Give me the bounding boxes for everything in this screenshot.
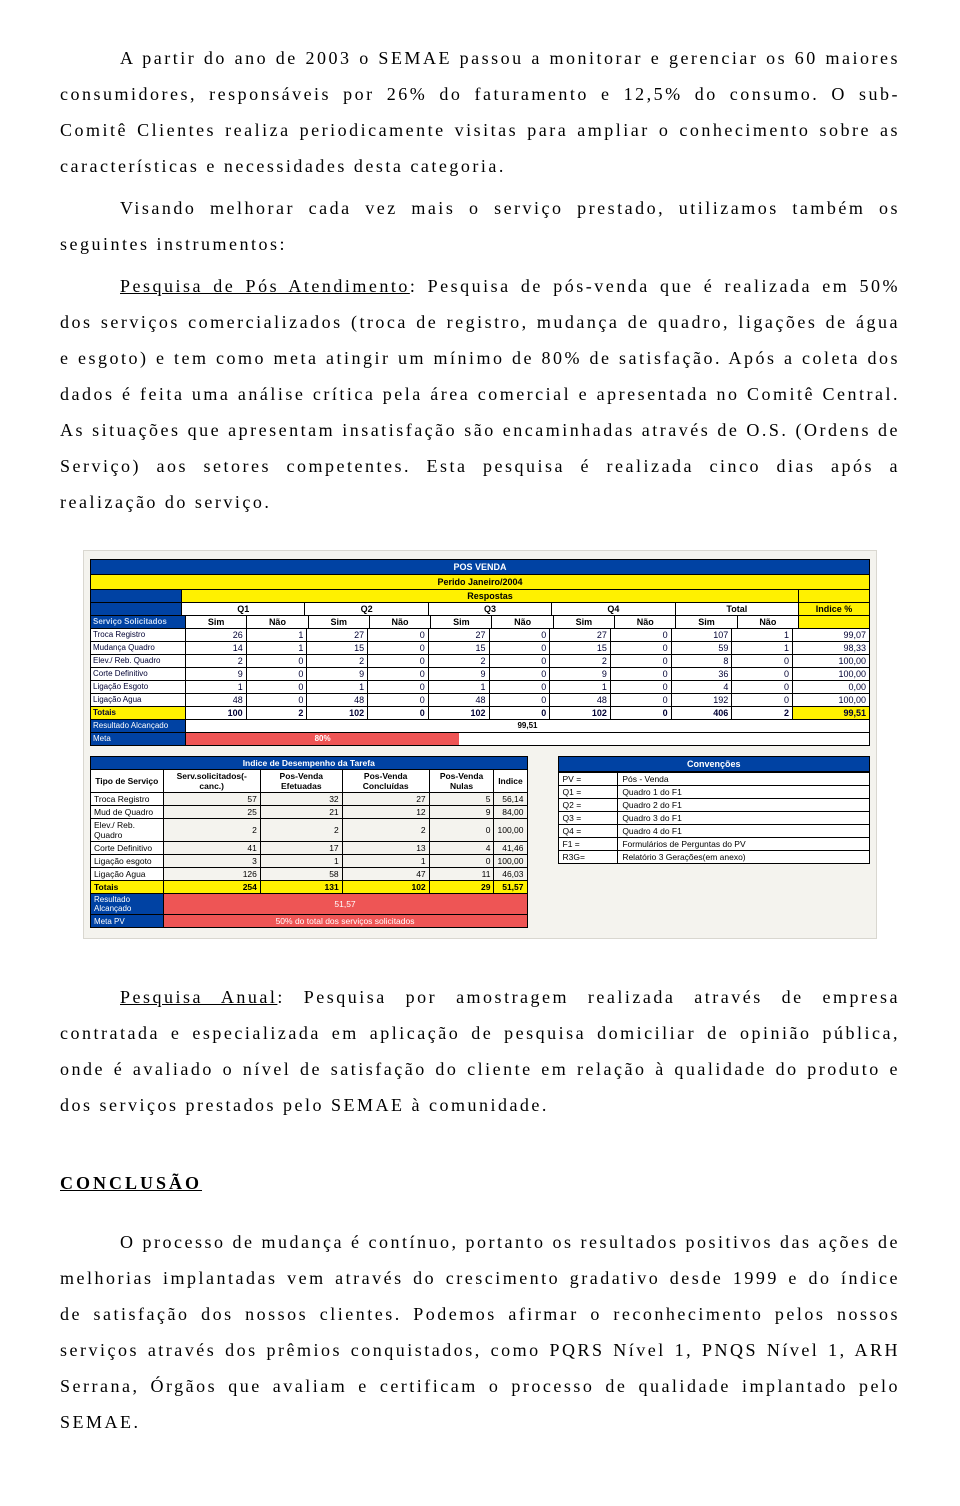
table-row: Q2 =Quadro 2 do F1 (558, 799, 870, 812)
tarefa-table: Indice de Desempenho da Tarefa Tipo de S… (90, 756, 528, 928)
table-row: Elev./ Reb. Quadro2020202080100,00 (90, 655, 870, 668)
table-row: PV =Pós - Venda (558, 773, 870, 786)
pos-venda-tables: POS VENDA Perido Janeiro/2004 Respostas … (83, 550, 877, 939)
indice-header: Indice % (799, 603, 870, 616)
respostas-header-row: Respostas (90, 590, 870, 603)
sim-nao-row: Serviço Solicitados SimNão SimNão SimNão… (90, 616, 870, 629)
paragraph-intro-2: Visando melhorar cada vez mais o serviço… (60, 190, 900, 262)
table-row: Mudança Quadro14115015015059198,33 (90, 642, 870, 655)
table-row: Ligação Agua12658471146,03 (91, 868, 528, 881)
conclusion-paragraph: O processo de mudança é contínuo, portan… (60, 1224, 900, 1440)
table-row: Q1 =Quadro 1 do F1 (558, 786, 870, 799)
table-row: Q4 =Quadro 4 do F1 (558, 825, 870, 838)
table-row: Ligação Esgoto10101010400,00 (90, 681, 870, 694)
lower-tables: Indice de Desempenho da Tarefa Tipo de S… (90, 756, 870, 928)
table-row: Ligação Agua4804804804801920100,00 (90, 694, 870, 707)
table-row: Troca Registro261270270270107199,07 (90, 629, 870, 642)
resultado-row: Resultado Alcançado 99,51 (90, 720, 870, 733)
quarter-header-row: Q1 Q2 Q3 Q4 Total Indice % (90, 603, 870, 616)
table-row: Troca Registro573227556,14 (91, 793, 528, 806)
table-row: Mud de Quadro252112984,00 (91, 806, 528, 819)
posvenda-totais-row: Totais 1002 1020 1020 1020 4062 99,51 (90, 707, 870, 720)
table-row: R3G=Relatório 3 Gerações(em anexo) (558, 851, 870, 864)
text-pesquisa-pos: : Pesquisa de pós-venda que é realizada … (60, 276, 900, 512)
meta-row: Meta 80% (90, 733, 870, 746)
posvenda-title: POS VENDA (90, 559, 870, 575)
posvenda-subtitle: Perido Janeiro/2004 (90, 575, 870, 590)
table-row: Corte Definitivo411713441,46 (91, 842, 528, 855)
convencoes-table: PV =Pós - VendaQ1 =Quadro 1 do F1Q2 =Qua… (558, 772, 871, 864)
document-page: A partir do ano de 2003 o SEMAE passou a… (0, 0, 960, 1506)
paragraph-pesquisa-pos: Pesquisa de Pós Atendimento: Pesquisa de… (60, 268, 900, 520)
table-row: Q3 =Quadro 3 do F1 (558, 812, 870, 825)
conclusion-heading: CONCLUSÃO (60, 1173, 900, 1194)
paragraph-intro-1: A partir do ano de 2003 o SEMAE passou a… (60, 40, 900, 184)
label-pesquisa-anual: Pesquisa Anual (120, 987, 277, 1007)
table-row: Ligação esgoto3110100,00 (91, 855, 528, 868)
table-row: Corte Definitivo90909090360100,00 (90, 668, 870, 681)
table-row: F1 =Formulários de Perguntas do PV (558, 838, 870, 851)
table-row: Elev./ Reb. Quadro2220100,00 (91, 819, 528, 842)
paragraph-pesquisa-anual: Pesquisa Anual: Pesquisa por amostragem … (60, 979, 900, 1123)
label-pesquisa-pos: Pesquisa de Pós Atendimento (120, 276, 410, 296)
respostas-banner: Respostas (182, 590, 799, 603)
convencoes-title: Convenções (558, 756, 871, 772)
